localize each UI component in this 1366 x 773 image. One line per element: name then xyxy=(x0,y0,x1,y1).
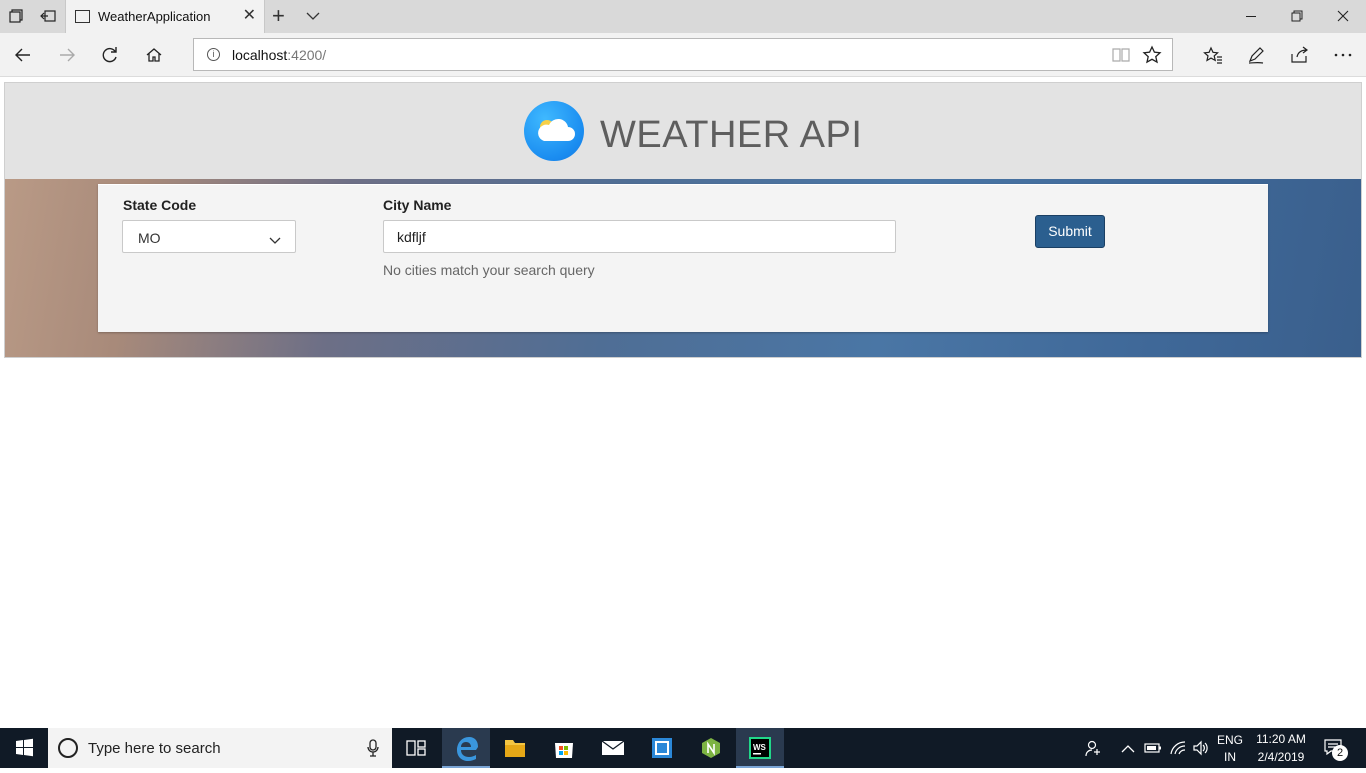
tab-manager-icon[interactable] xyxy=(8,8,26,26)
battery-icon[interactable] xyxy=(1144,741,1162,759)
weather-app: WEATHER API State Code MO City Name No c… xyxy=(4,82,1362,358)
city-name-input[interactable] xyxy=(383,220,896,253)
task-view-icon[interactable] xyxy=(392,728,440,768)
url-host: localhost xyxy=(232,47,288,63)
site-info-icon[interactable]: i xyxy=(207,48,220,61)
microsoft-store-icon[interactable] xyxy=(540,728,588,768)
cortana-icon xyxy=(58,738,78,758)
wifi-icon[interactable] xyxy=(1169,740,1187,761)
file-explorer-icon[interactable] xyxy=(491,728,539,768)
reading-view-icon[interactable] xyxy=(1112,47,1130,68)
notification-count-badge: 2 xyxy=(1332,745,1348,761)
volume-icon[interactable] xyxy=(1192,740,1210,761)
address-bar[interactable]: i localhost:4200/ xyxy=(193,38,1173,71)
set-tabs-aside-icon[interactable] xyxy=(40,8,58,26)
weather-logo-icon xyxy=(524,101,584,161)
restore-button[interactable] xyxy=(1274,0,1320,33)
navigation-bar: i localhost:4200/ xyxy=(0,33,1366,77)
new-tab-icon[interactable]: + xyxy=(272,5,285,27)
back-icon[interactable] xyxy=(12,44,34,66)
favorite-star-icon[interactable] xyxy=(1142,45,1162,70)
nodejs-icon[interactable] xyxy=(687,728,735,768)
language-code: ENG xyxy=(1216,733,1243,747)
chevron-down-icon xyxy=(269,232,281,250)
taskbar-search-placeholder: Type here to search xyxy=(88,740,221,757)
page-icon xyxy=(75,10,90,23)
state-code-value: MO xyxy=(138,230,161,246)
mail-icon[interactable] xyxy=(589,728,637,768)
forward-icon[interactable] xyxy=(56,44,78,66)
search-form-card: State Code MO City Name No cities match … xyxy=(98,184,1268,332)
edge-browser-icon[interactable] xyxy=(442,728,490,768)
microphone-icon[interactable] xyxy=(366,739,380,762)
app-title: WEATHER API xyxy=(600,114,863,156)
language-indicator[interactable]: ENG IN xyxy=(1215,733,1245,764)
share-icon[interactable] xyxy=(1288,44,1310,66)
close-window-button[interactable] xyxy=(1320,0,1366,33)
language-region: IN xyxy=(1224,750,1236,764)
clock[interactable]: 11:20 AM 2/4/2019 xyxy=(1250,732,1312,764)
app-header: WEATHER API xyxy=(5,83,1361,179)
favorites-hub-icon[interactable] xyxy=(1202,44,1224,66)
no-match-message: No cities match your search query xyxy=(383,262,595,278)
more-options-icon[interactable] xyxy=(1332,44,1354,66)
pen-notes-icon[interactable] xyxy=(1245,44,1267,66)
clock-date: 2/4/2019 xyxy=(1257,750,1305,764)
clock-time: 11:20 AM xyxy=(1256,732,1306,746)
remote-desktop-icon[interactable] xyxy=(638,728,686,768)
hero-background: State Code MO City Name No cities match … xyxy=(5,179,1361,357)
webstorm-icon[interactable]: WS xyxy=(736,728,784,768)
tab-preview-chevron-icon[interactable] xyxy=(305,8,321,29)
city-name-label: City Name xyxy=(383,197,452,213)
url-text: localhost:4200/ xyxy=(232,47,326,63)
svg-text:WS: WS xyxy=(753,743,767,752)
page-viewport: WEATHER API State Code MO City Name No c… xyxy=(0,78,1366,728)
people-icon[interactable] xyxy=(1084,739,1102,762)
start-button[interactable] xyxy=(0,728,48,768)
taskbar: Type here to search WS ENG IN 11:20 AM 2… xyxy=(0,728,1366,768)
show-hidden-icons-chevron-icon[interactable] xyxy=(1121,741,1135,759)
submit-button[interactable]: Submit xyxy=(1035,215,1105,248)
state-code-label: State Code xyxy=(123,197,197,213)
state-code-select[interactable]: MO xyxy=(122,220,296,253)
refresh-icon[interactable] xyxy=(99,44,121,66)
url-path: :4200/ xyxy=(287,47,327,63)
tab-weather-application[interactable]: WeatherApplication ✕ xyxy=(65,0,265,33)
close-tab-icon[interactable]: ✕ xyxy=(243,8,256,24)
taskbar-search-box[interactable]: Type here to search xyxy=(48,728,392,768)
tab-title: WeatherApplication xyxy=(98,9,211,24)
home-icon[interactable] xyxy=(143,44,165,66)
browser-title-bar: WeatherApplication ✕ + xyxy=(0,0,1366,33)
minimize-button[interactable] xyxy=(1228,0,1274,33)
